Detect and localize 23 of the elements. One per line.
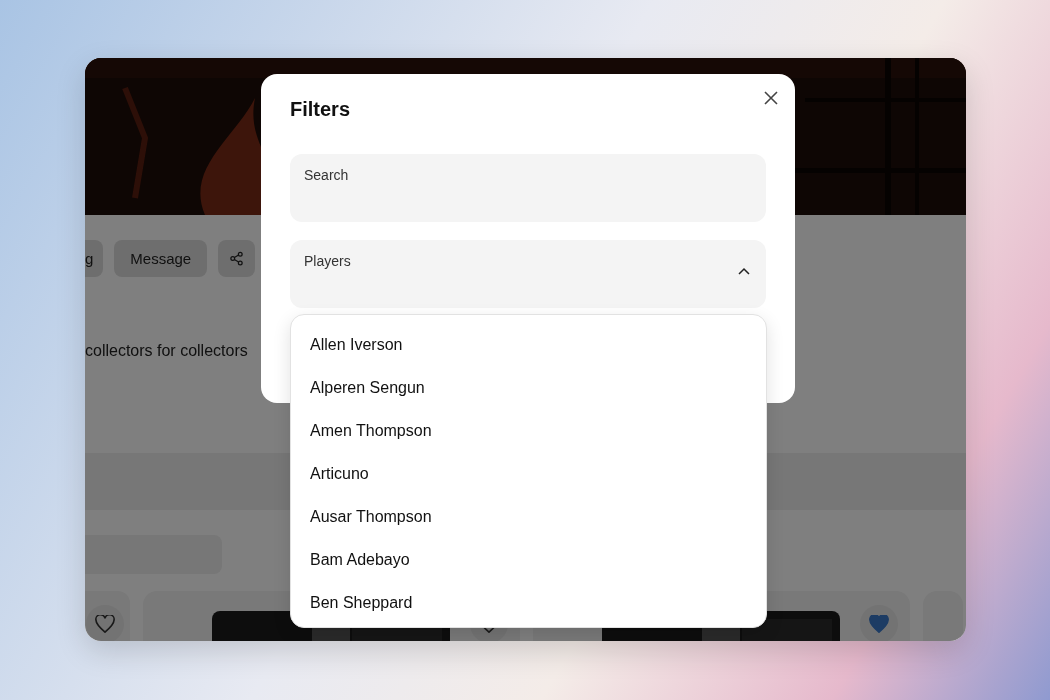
dialog-title: Filters — [290, 98, 352, 121]
search-field[interactable]: Search — [290, 154, 766, 222]
dropdown-option[interactable]: Alperen Sengun — [291, 366, 766, 409]
search-input[interactable] — [85, 535, 222, 574]
share-button[interactable] — [218, 240, 256, 277]
heart-icon[interactable] — [869, 615, 889, 633]
field-label: Players — [304, 253, 351, 269]
field-label: Search — [304, 167, 349, 183]
dropdown-option[interactable]: Ben Sheppard — [291, 581, 766, 624]
close-button[interactable] — [763, 90, 779, 106]
heart-icon[interactable] — [95, 615, 115, 633]
dropdown-option[interactable]: Bam Adebayo — [291, 538, 766, 581]
dropdown-option[interactable]: Articuno — [291, 452, 766, 495]
action-button[interactable]: Message — [114, 240, 208, 277]
action-button[interactable]: g — [85, 240, 104, 277]
dropdown-option[interactable]: Ausar Thompson — [291, 495, 766, 538]
players-select[interactable]: Players — [290, 240, 766, 308]
card-background — [923, 591, 963, 641]
dropdown-option[interactable]: Amen Thompson — [291, 409, 766, 452]
close-icon — [763, 90, 779, 106]
share-icon — [229, 251, 245, 266]
profile-description: collectors for collectors — [85, 342, 249, 360]
dropdown-option[interactable]: Allen Iverson — [291, 323, 766, 366]
